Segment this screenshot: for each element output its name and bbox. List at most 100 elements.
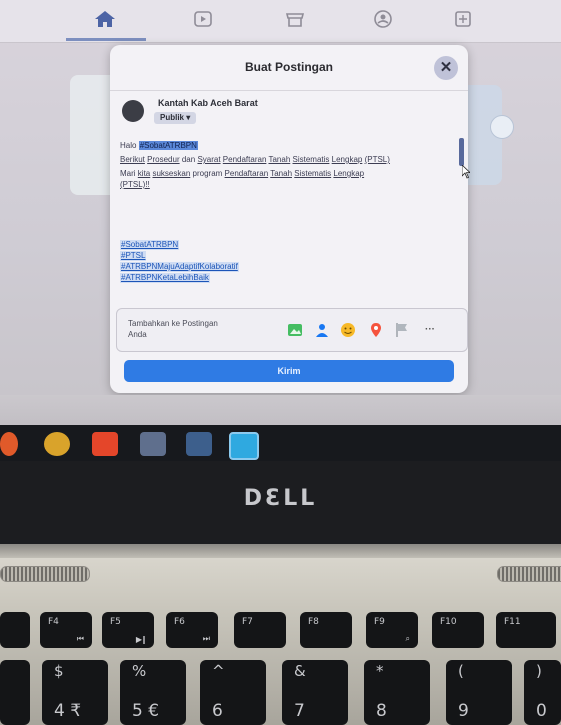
key-f7: F7 bbox=[234, 612, 286, 648]
post-paragraph-2: Mari kita sukseskan program Pendaftaran … bbox=[120, 168, 392, 190]
key-label: 6 bbox=[212, 701, 223, 721]
previous-track-icon: ⏮ bbox=[76, 634, 84, 643]
brand-logo: DƐLL bbox=[243, 486, 318, 511]
key-label: * bbox=[376, 662, 384, 680]
location-icon[interactable] bbox=[368, 322, 384, 338]
p2-word: Mari bbox=[120, 169, 136, 178]
carousel-next-button[interactable] bbox=[490, 115, 514, 139]
p2-word: Sistematis bbox=[294, 169, 332, 178]
author-name: Kantah Kab Aceh Barat bbox=[158, 98, 258, 108]
key-8: * 8 bbox=[364, 660, 430, 725]
hashtag-list: #SobatATRBPN #PTSL #ATRBPNMajuAdaptifKol… bbox=[120, 240, 280, 284]
mouse-cursor-icon bbox=[461, 164, 472, 179]
submit-post-button[interactable]: Kirim bbox=[124, 360, 454, 382]
add-to-post-label: Tambahkan ke Postingan Anda bbox=[128, 319, 218, 339]
key-6: ^ 6 bbox=[200, 660, 266, 725]
key-4: $ 4 ₹ bbox=[42, 660, 108, 725]
tag-people-icon[interactable] bbox=[314, 322, 330, 338]
p2-word: Lengkap bbox=[333, 169, 365, 178]
key-label: $ bbox=[54, 662, 64, 680]
key-label: F11 bbox=[504, 617, 521, 627]
laptop-screen: Buat Postingan ✕ Kantah Kab Aceh Barat P… bbox=[0, 0, 561, 440]
key-f8: F8 bbox=[300, 612, 352, 648]
key-label: F4 bbox=[48, 617, 59, 627]
audience-selector[interactable]: Publik ▾ bbox=[154, 112, 197, 124]
key-5: % 5 € bbox=[120, 660, 186, 725]
key-0: ) 0 bbox=[524, 660, 561, 725]
marketplace-icon[interactable] bbox=[282, 8, 308, 30]
facebook-top-nav bbox=[0, 0, 561, 43]
hashtag-link[interactable]: #SobatATRBPN bbox=[120, 240, 180, 250]
key-label: 4 ₹ bbox=[54, 701, 82, 721]
key-label: F7 bbox=[242, 617, 253, 627]
key-label: 0 bbox=[536, 701, 547, 721]
key-f6: F6 ⏭ bbox=[166, 612, 218, 648]
key-label: F8 bbox=[308, 617, 319, 627]
key-label: 9 bbox=[458, 701, 469, 721]
key-label: 8 bbox=[376, 701, 387, 721]
p2-word: Tanah bbox=[270, 169, 293, 178]
key-f5: F5 ▶‖ bbox=[102, 612, 154, 648]
post-greeting: Halo #SobatATRBPN bbox=[120, 140, 392, 151]
key-label: ^ bbox=[212, 662, 225, 680]
speaker-grille-left bbox=[0, 566, 90, 582]
watch-icon[interactable] bbox=[190, 8, 216, 30]
key-label: F5 bbox=[110, 617, 121, 627]
taskbar-app-icon[interactable] bbox=[92, 432, 118, 456]
key-f11: F11 bbox=[496, 612, 556, 648]
windows-taskbar bbox=[0, 425, 561, 461]
p1-word: Sistematis bbox=[292, 155, 330, 164]
editor-scrollbar[interactable] bbox=[459, 138, 464, 166]
key-label: 5 € bbox=[132, 701, 160, 721]
hashtag-link[interactable]: #ATRBPNMajuAdaptifKolaboratif bbox=[120, 262, 239, 272]
close-icon[interactable]: ✕ bbox=[434, 56, 458, 80]
hashtag-link[interactable]: #PTSL bbox=[120, 251, 147, 261]
p2-word: sukseskan bbox=[152, 169, 191, 178]
mail-icon[interactable] bbox=[140, 432, 166, 456]
key-f3 bbox=[0, 612, 30, 648]
taskbar-app-icon[interactable] bbox=[0, 432, 18, 456]
avatar bbox=[122, 100, 144, 122]
p1-word: Prosedur bbox=[147, 155, 180, 164]
more-icon[interactable]: ··· bbox=[422, 322, 438, 338]
key-f4: F4 ⏮ bbox=[40, 612, 92, 648]
dialog-title: Buat Postingan bbox=[244, 60, 333, 74]
key-label: F6 bbox=[174, 617, 185, 627]
key-label: ) bbox=[536, 662, 542, 680]
greeting-word: Halo bbox=[120, 141, 137, 150]
key-7: & 7 bbox=[282, 660, 348, 725]
search-icon: ⌕ bbox=[405, 634, 410, 643]
chrome-icon[interactable] bbox=[44, 432, 70, 456]
p1-word: dan bbox=[181, 155, 196, 164]
key-f10: F10 bbox=[432, 612, 484, 648]
p1-word: (PTSL) bbox=[364, 155, 390, 164]
post-text-editor[interactable]: Halo #SobatATRBPN Berikut Prosedur dan S… bbox=[120, 140, 392, 193]
p1-word: Pendaftaran bbox=[222, 155, 267, 164]
p2-word: program bbox=[192, 169, 223, 178]
next-track-icon: ⏭ bbox=[202, 634, 210, 643]
taskbar-app-icon[interactable] bbox=[229, 432, 259, 460]
p2-word: Pendaftaran bbox=[224, 169, 269, 178]
groups-icon[interactable] bbox=[370, 8, 396, 30]
file-explorer-icon[interactable] bbox=[186, 432, 212, 456]
home-icon[interactable] bbox=[66, 8, 146, 41]
p2-word: (PTSL)!! bbox=[120, 180, 150, 189]
speaker-grille-right bbox=[497, 566, 561, 582]
key-f9: F9 ⌕ bbox=[366, 612, 418, 648]
key-label: F9 bbox=[374, 617, 385, 627]
feeling-icon[interactable] bbox=[340, 322, 356, 338]
p1-word: Lengkap bbox=[331, 155, 363, 164]
p1-word: Syarat bbox=[197, 155, 221, 164]
p1-word: Tanah bbox=[268, 155, 291, 164]
photo-icon[interactable] bbox=[287, 322, 303, 338]
hashtag-link[interactable]: #ATRBPNKetaLebihBaik bbox=[120, 273, 210, 283]
gaming-icon[interactable] bbox=[450, 8, 476, 30]
p2-word: kita bbox=[137, 169, 151, 178]
key-label: % bbox=[132, 662, 147, 680]
greeting-hashtag: #SobatATRBPN bbox=[138, 141, 198, 150]
flag-icon[interactable] bbox=[394, 322, 410, 338]
play-pause-icon: ▶‖ bbox=[135, 635, 146, 644]
key-9: ( 9 bbox=[446, 660, 512, 725]
key-label: ( bbox=[458, 662, 464, 680]
post-paragraph-1: Berikut Prosedur dan Syarat Pendaftaran … bbox=[120, 154, 392, 165]
